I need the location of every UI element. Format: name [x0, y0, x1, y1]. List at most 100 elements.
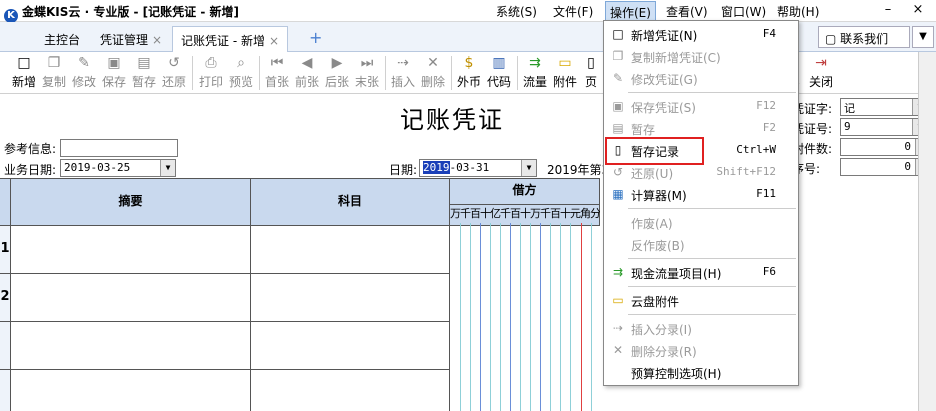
voucher-no-select[interactable]: 9▼ [840, 118, 928, 136]
hold-icon: ▤ [137, 55, 151, 71]
ref-info-input[interactable] [60, 139, 178, 157]
close-button[interactable]: ⇥ 关闭 [806, 53, 836, 90]
code-label: 代码 [486, 75, 511, 89]
save-icon: ▣ [107, 55, 121, 71]
tab-close-icon[interactable]: × [269, 34, 279, 48]
save-button[interactable]: ▣ 保存 [99, 53, 129, 90]
restore-icon: ↺ [612, 165, 624, 179]
delete-icon: ✕ [612, 343, 624, 357]
insert-label: 插入 [390, 75, 415, 89]
vertical-scrollbar[interactable] [918, 52, 936, 411]
menu-item-label: 计算器(M) [631, 189, 687, 203]
tab-close-icon[interactable]: × [152, 33, 162, 47]
summary-cell[interactable] [11, 226, 251, 274]
menu-copy-new-voucher[interactable]: ❐ 复制新增凭证(C) [604, 46, 798, 66]
summary-cell[interactable] [11, 274, 251, 322]
tab-voucher-new[interactable]: 记账凭证 - 新增 × [172, 26, 289, 52]
seq-no-input[interactable]: 0▲▼ [840, 158, 928, 176]
toolbar-divider [192, 56, 193, 90]
exit-icon: ⇥ [815, 55, 827, 71]
menu-file[interactable]: 文件(F) [553, 3, 593, 20]
modify-icon: ✎ [612, 71, 624, 85]
first-button[interactable]: ⏮ 首张 [262, 53, 292, 90]
menu-unvoid[interactable]: 反作废(B) [604, 234, 798, 254]
summary-cell[interactable] [11, 370, 251, 411]
next-button[interactable]: ▶ 后张 [322, 53, 352, 90]
modify-button[interactable]: ✎ 修改 [69, 53, 99, 90]
contact-us-button[interactable]: ▢ 联系我们 [818, 26, 910, 48]
new-button[interactable]: □ 新增 [9, 53, 39, 90]
digit-gridline [591, 223, 592, 411]
insert-icon: ⇢ [612, 321, 624, 335]
digit-gridline [560, 223, 561, 411]
menu-calculator[interactable]: ▦ 计算器(M) F11 [604, 184, 798, 204]
attach-count-input[interactable]: 0▲▼ [840, 138, 928, 156]
chat-icon: ▢ [825, 32, 841, 46]
tab-console[interactable]: 主控台 [36, 26, 88, 52]
menu-item-label: 复制新增凭证(C) [631, 51, 721, 65]
menu-separator [628, 286, 796, 287]
fx-button[interactable]: $ 外币 [454, 53, 484, 90]
menu-void[interactable]: 作废(A) [604, 212, 798, 232]
menu-new-voucher[interactable]: □ 新增凭证(N) F4 [604, 24, 798, 44]
close-icon[interactable]: × [910, 2, 926, 17]
menu-budget-options[interactable]: 预算控制选项(H) [604, 362, 798, 382]
debit-digits: 万千百十亿千百十万千百十元角分 [450, 207, 600, 220]
row-number: 1 [0, 226, 11, 274]
close-label: 关闭 [808, 75, 833, 89]
calculator-icon: ▦ [612, 187, 624, 201]
code-button[interactable]: ▥ 代码 [484, 53, 514, 90]
menu-view[interactable]: 查看(V) [666, 3, 708, 20]
attach-button[interactable]: ▭ 附件 [550, 53, 580, 90]
menu-hold[interactable]: ▤ 暂存 F2 [604, 118, 798, 138]
hold-button[interactable]: ▤ 暂存 [129, 53, 159, 90]
menu-save-voucher[interactable]: ▣ 保存凭证(S) F12 [604, 96, 798, 116]
biz-date-select[interactable]: 2019-03-25 ▼ [60, 159, 176, 177]
row-number [0, 370, 11, 411]
menu-window[interactable]: 窗口(W) [721, 3, 766, 20]
add-tab-icon[interactable]: + [309, 28, 322, 47]
folder-icon: ▭ [612, 293, 624, 307]
row-number [0, 322, 11, 370]
col-debit-header: 借方 [450, 179, 600, 205]
date-select[interactable]: 2019-03-31 ▼ [419, 159, 537, 177]
account-cell[interactable] [251, 274, 450, 322]
menu-system[interactable]: 系统(S) [496, 3, 537, 20]
menu-restore[interactable]: ↺ 还原(U) Shift+F12 [604, 162, 798, 182]
seq-no-value: 0 [904, 160, 911, 173]
print-button[interactable]: ⎙ 打印 [196, 53, 226, 90]
chevron-down-icon[interactable]: ▼ [521, 160, 536, 176]
minimize-icon[interactable]: – [880, 2, 896, 17]
voucher-entry-grid: 摘要 科目 借方 万千百十亿千百十万千百十元角分 1 2 [0, 178, 600, 411]
account-cell[interactable] [251, 322, 450, 370]
menu-cash-flow[interactable]: ⇉ 现金流量项目(H) F6 [604, 262, 798, 282]
prev-button[interactable]: ◀ 前张 [292, 53, 322, 90]
account-cell[interactable] [251, 370, 450, 411]
row-number: 2 [0, 274, 11, 322]
contact-dropdown-icon[interactable]: ▼ [912, 26, 934, 48]
restore-button[interactable]: ↺ 还原 [159, 53, 189, 90]
menu-delete-entry[interactable]: ✕ 删除分录(R) [604, 340, 798, 360]
delete-button[interactable]: ✕ 删除 [418, 53, 448, 90]
tab-voucher-mgmt[interactable]: 凭证管理 × [92, 26, 170, 52]
preview-icon: ⌕ [237, 55, 245, 71]
menu-cloud-attachments[interactable]: ▭ 云盘附件 [604, 290, 798, 310]
account-cell[interactable] [251, 226, 450, 274]
menu-item-label: 删除分录(R) [631, 345, 697, 359]
menu-insert-entry[interactable]: ⇢ 插入分录(I) [604, 318, 798, 338]
voucher-word-select[interactable]: 记▼ [840, 98, 928, 116]
app-logo-icon: K [4, 9, 18, 23]
flow-button[interactable]: ⇉ 流量 [520, 53, 550, 90]
preview-button[interactable]: ⌕ 预览 [226, 53, 256, 90]
page-button[interactable]: ▯ 页 [580, 53, 602, 90]
menu-ops[interactable]: 操作(E) [605, 1, 656, 21]
copy-button[interactable]: ❐ 复制 [39, 53, 69, 90]
chevron-down-icon[interactable]: ▼ [160, 160, 175, 176]
menu-modify-voucher[interactable]: ✎ 修改凭证(G) [604, 68, 798, 88]
menu-help[interactable]: 帮助(H) [777, 3, 819, 20]
last-button[interactable]: ⏭ 末张 [352, 53, 382, 90]
summary-cell[interactable] [11, 322, 251, 370]
flow-label: 流量 [522, 75, 547, 89]
insert-button[interactable]: ⇢ 插入 [388, 53, 418, 90]
modify-label: 修改 [71, 75, 96, 89]
